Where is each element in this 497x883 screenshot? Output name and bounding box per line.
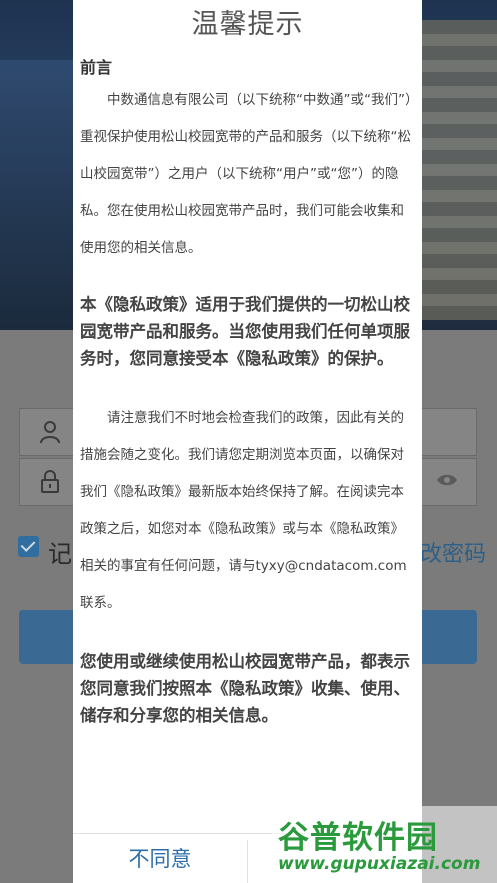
forgot-password-link[interactable]: 改密码	[420, 536, 486, 568]
section-heading: 前言	[80, 58, 113, 77]
disagree-button[interactable]: 不同意	[73, 834, 247, 883]
watermark-title: 谷普软件园	[278, 820, 438, 856]
hero-building-right	[417, 20, 497, 320]
lock-icon	[41, 470, 59, 493]
consent-paragraph: 您使用或继续使用松山校园宽带产品，都表示您同意我们按照本《隐私政策》收集、使用、…	[80, 652, 410, 725]
privacy-dialog: 温馨提示 前言 中数通信息有限公司（以下统称“中数通”或“我们”）重视保护使用松…	[73, 0, 422, 883]
eye-icon[interactable]	[436, 473, 458, 487]
scope-paragraph: 本《隐私政策》适用于我们提供的一切松山校园宽带产品和服务。当您使用我们任何单项服…	[80, 295, 410, 368]
notice-paragraph: 请注意我们不时地会检查我们的政策，因此有关的措施会随之变化。我们请您定期浏览本页…	[80, 410, 407, 611]
dialog-scroll-content[interactable]: 前言 中数通信息有限公司（以下统称“中数通”或“我们”）重视保护使用松山校园宽带…	[80, 48, 415, 833]
site-watermark: 谷普软件园 www.gupuxiazai.com	[272, 806, 497, 883]
intro-paragraph: 中数通信息有限公司（以下统称“中数通”或“我们”）重视保护使用松山校园宽带的产品…	[80, 92, 412, 256]
remember-label: 记	[48, 540, 72, 568]
checkbox-checked-icon[interactable]	[18, 536, 39, 557]
hero-building-left	[0, 60, 75, 330]
user-icon	[40, 421, 60, 444]
watermark-url: www.gupuxiazai.com	[278, 854, 481, 874]
dialog-title: 温馨提示	[191, 9, 304, 40]
